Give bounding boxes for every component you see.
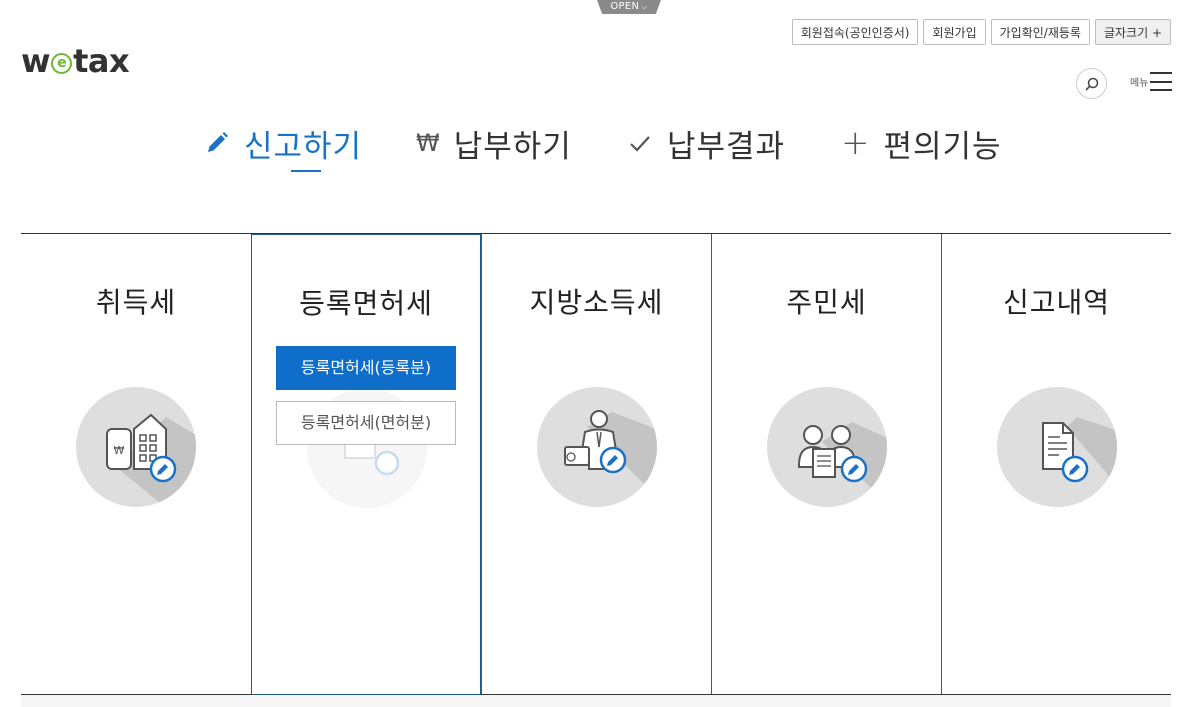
category-title: 주민세 xyxy=(786,286,867,319)
logo-text-tax: tax xyxy=(73,42,130,80)
category-local-income-tax[interactable]: 지방소득세 xyxy=(481,234,711,694)
category-acquisition-tax[interactable]: 취득세 ₩ xyxy=(21,234,251,694)
menu-button[interactable]: 메뉴 xyxy=(1130,72,1173,91)
tab-pay-label: 납부하기 xyxy=(453,128,572,165)
open-tab[interactable]: OPEN ⌵ xyxy=(597,0,661,14)
logo-text-w: w xyxy=(21,42,51,80)
building-won-icon: ₩ xyxy=(76,387,196,507)
search-icon xyxy=(1085,77,1098,90)
license-tax-button[interactable]: 등록면허세(면허분) xyxy=(276,401,456,445)
registration-tax-button[interactable]: 등록면허세(등록분) xyxy=(276,346,456,390)
check-icon xyxy=(627,130,653,156)
login-cert-button[interactable]: 회원접속(공인인증서) xyxy=(791,19,919,45)
category-panel: 취득세 ₩ 등록면허세 등록면허세(등록분) 등록면허세(면허분) 지방소득세 … xyxy=(21,233,1171,695)
report-document-icon xyxy=(997,387,1117,507)
category-registration-license-tax[interactable]: 등록면허세 등록면허세(등록분) 등록면허세(면허분) xyxy=(251,234,481,695)
open-tab-label: OPEN xyxy=(610,1,640,12)
tab-convenience-label: 편의기능 xyxy=(883,128,1002,165)
category-title: 등록면허세 xyxy=(299,287,433,320)
search-button[interactable] xyxy=(1076,68,1107,99)
main-tabs: 신고하기 ₩ 납부하기 납부결과 + 편의기능 xyxy=(0,120,1190,180)
pencil-icon xyxy=(204,130,230,156)
tab-pay[interactable]: ₩ 납부하기 xyxy=(416,120,572,166)
category-title: 신고내역 xyxy=(1002,286,1111,319)
category-resident-tax[interactable]: 주민세 xyxy=(711,234,941,694)
businessman-icon xyxy=(537,387,657,507)
menu-label: 메뉴 xyxy=(1130,78,1149,89)
font-size-button[interactable]: 글자크기 + xyxy=(1094,19,1171,45)
plus-icon: + xyxy=(841,123,870,163)
active-tab-underline xyxy=(291,170,321,172)
logo-e-circle: e xyxy=(51,52,73,74)
tab-report[interactable]: 신고하기 xyxy=(204,120,362,166)
tab-pay-result-label: 납부결과 xyxy=(667,128,786,165)
signup-button[interactable]: 회원가입 xyxy=(923,19,986,45)
tab-pay-result[interactable]: 납부결과 xyxy=(627,120,785,166)
won-icon: ₩ xyxy=(416,129,440,157)
svg-text:₩: ₩ xyxy=(114,444,125,457)
wetax-logo[interactable]: w e tax xyxy=(21,42,130,80)
tab-convenience[interactable]: + 편의기능 xyxy=(841,120,1002,166)
hamburger-icon xyxy=(1150,72,1173,91)
category-report-history[interactable]: 신고내역 xyxy=(941,234,1171,694)
chevron-down-icon: ⌵ xyxy=(641,2,648,11)
util-bar: 회원접속(공인인증서) 회원가입 가입확인/재등록 글자크기 + xyxy=(791,19,1171,45)
people-document-icon xyxy=(767,387,887,507)
category-title: 지방소득세 xyxy=(529,286,664,319)
tab-report-label: 신고하기 xyxy=(244,128,363,165)
confirm-reregister-button[interactable]: 가입확인/재등록 xyxy=(990,19,1090,45)
bottom-band xyxy=(21,695,1171,707)
category-title: 취득세 xyxy=(95,286,177,319)
